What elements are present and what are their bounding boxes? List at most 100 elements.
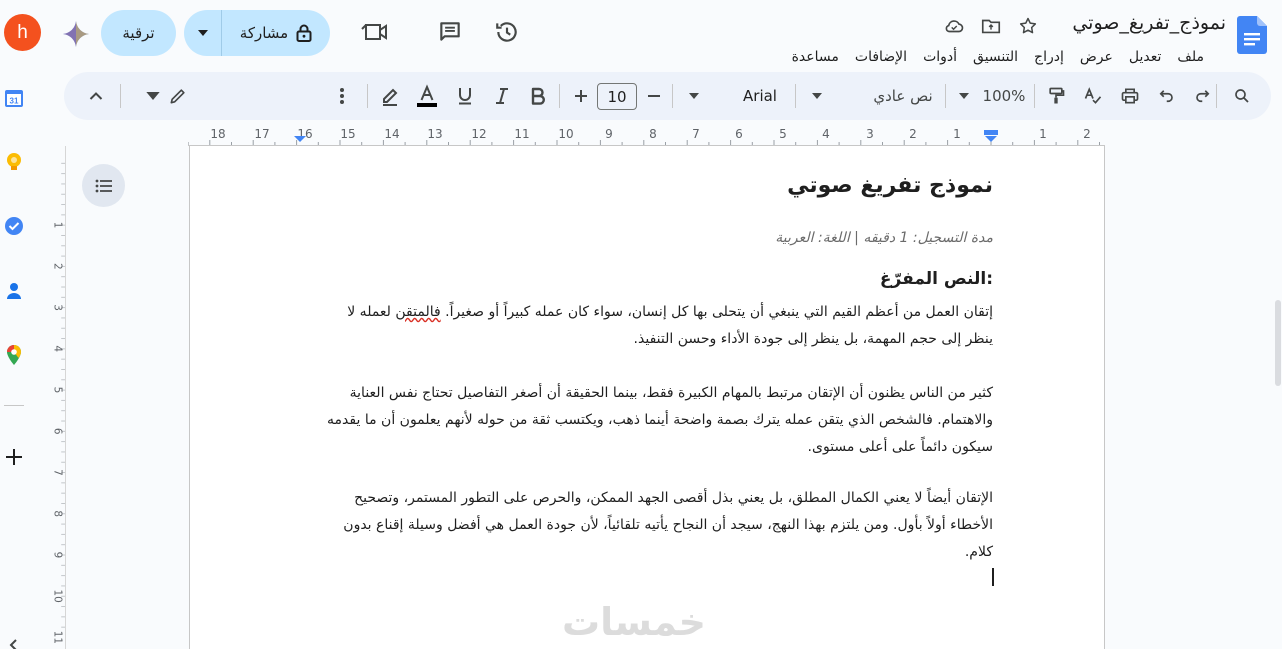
- menu-view[interactable]: عرض: [1072, 47, 1121, 67]
- toolbar-divider: [559, 84, 560, 108]
- share-dropdown-button[interactable]: [184, 10, 222, 56]
- paragraph-1-start: إتقان العمل من أعظم القيم التي ينبغي أن …: [440, 304, 993, 320]
- menu-format[interactable]: التنسيق: [965, 47, 1026, 67]
- menu-tools[interactable]: أدوات: [915, 47, 965, 67]
- document-outline-button[interactable]: [82, 164, 125, 207]
- docs-logo[interactable]: [1237, 16, 1267, 54]
- menu-file[interactable]: ملف: [1169, 47, 1212, 67]
- ruler-label: 5: [52, 387, 64, 394]
- get-addons-button[interactable]: [3, 446, 25, 468]
- toolbar-divider: [1034, 84, 1035, 108]
- ruler-label: 11: [52, 631, 64, 644]
- calendar-icon: 31: [5, 90, 23, 107]
- video-call-icon: [361, 24, 387, 40]
- collapse-toolbar-button[interactable]: [82, 72, 110, 120]
- ruler-label: 10: [52, 589, 64, 602]
- cloud-status-icon[interactable]: [942, 14, 966, 38]
- maps-app-button[interactable]: [3, 344, 25, 366]
- search-menus-button[interactable]: [1227, 72, 1257, 120]
- docs-logo-icon: [1237, 16, 1267, 54]
- text-cursor: [992, 568, 994, 586]
- ruler-label: 11: [514, 127, 529, 141]
- ruler-label: 1: [52, 222, 64, 229]
- toolbar-divider: [367, 84, 368, 108]
- ruler-label: 2: [909, 127, 917, 141]
- menu-edit[interactable]: تعديل: [1121, 47, 1170, 67]
- contacts-app-button[interactable]: [3, 280, 25, 302]
- chevron-left-icon: [9, 639, 17, 649]
- section-heading[interactable]: :النص المفرّغ: [880, 269, 993, 289]
- list-icon: [95, 179, 112, 192]
- paragraph-2[interactable]: كثير من الناس يظنون أن الإتقان مرتبط بال…: [321, 380, 993, 461]
- undo-button[interactable]: [1152, 72, 1180, 120]
- collapse-rail-button[interactable]: [3, 634, 25, 649]
- ruler-label: 5: [779, 127, 787, 141]
- ruler-label: 14: [384, 127, 399, 141]
- underline-icon: [459, 88, 471, 105]
- star-icon[interactable]: [1016, 14, 1040, 38]
- zoom-caret-icon: [957, 72, 971, 120]
- font-family-select[interactable]: Arial: [732, 72, 788, 120]
- gemini-button[interactable]: [62, 20, 90, 48]
- ruler-label: 7: [692, 127, 700, 141]
- italic-button[interactable]: [490, 72, 514, 120]
- share-button[interactable]: مشاركة: [222, 24, 330, 42]
- move-folder-icon[interactable]: [979, 14, 1003, 38]
- menu-bar: ملف تعديل عرض إدراج التنسيق أدوات الإضاف…: [784, 47, 1212, 67]
- paragraph-3[interactable]: الإتقان أيضاً لا يعني الكمال المطلق، بل …: [321, 485, 993, 566]
- text-color-button[interactable]: [414, 72, 440, 120]
- tasks-app-button[interactable]: [3, 215, 25, 237]
- ruler-label: 3: [52, 304, 64, 311]
- text-color-icon: [417, 84, 437, 107]
- menu-help[interactable]: مساعدة: [784, 47, 847, 67]
- ruler-label: 8: [52, 510, 64, 517]
- bold-button[interactable]: [526, 72, 550, 120]
- upgrade-button[interactable]: ترقية: [101, 10, 176, 56]
- version-history-button[interactable]: [487, 12, 527, 52]
- meet-button[interactable]: [352, 12, 396, 52]
- caret-down-icon: [146, 92, 160, 100]
- document-heading[interactable]: نموذج تفريغ صوتي: [787, 173, 993, 198]
- misspelled-word[interactable]: فالمتقن: [395, 304, 440, 320]
- vertical-ruler: 1 2 3 4 5 6 7 8 9 10 11: [52, 146, 66, 649]
- ruler-label: 1: [1039, 127, 1047, 141]
- paint-format-button[interactable]: [1041, 72, 1071, 120]
- underline-button[interactable]: [453, 72, 477, 120]
- menu-extensions[interactable]: الإضافات: [847, 47, 915, 67]
- horizontal-ruler: 21123456789101112131415161718: [188, 124, 1105, 146]
- font-size-input[interactable]: 10: [597, 83, 637, 110]
- menu-insert[interactable]: إدراج: [1026, 47, 1072, 67]
- italic-icon: [496, 88, 508, 104]
- decrease-font-size-button[interactable]: [642, 72, 666, 120]
- document-title[interactable]: نموذج_تفريغ_صوتي: [1072, 12, 1226, 34]
- increase-font-size-button[interactable]: [569, 72, 593, 120]
- ruler-label: 13: [427, 127, 442, 141]
- vertical-scrollbar[interactable]: [1275, 300, 1281, 386]
- caret-down-icon: [197, 30, 208, 36]
- redo-button[interactable]: [1189, 72, 1217, 120]
- indent-marker[interactable]: [984, 130, 998, 135]
- ruler-label: 18: [210, 127, 225, 141]
- ruler-label: 6: [735, 127, 743, 141]
- paint-format-icon: [1049, 87, 1065, 104]
- paragraph-1[interactable]: إتقان العمل من أعظم القيم التي ينبغي أن …: [321, 299, 993, 353]
- gemini-spark-icon: [63, 21, 89, 47]
- editing-mode-button[interactable]: [142, 72, 192, 120]
- plus-icon: [575, 90, 587, 102]
- paragraph-style-select[interactable]: نص عادي: [854, 72, 934, 120]
- spelling-button[interactable]: [1078, 72, 1108, 120]
- calendar-app-button[interactable]: 31: [3, 87, 25, 109]
- recording-meta[interactable]: مدة التسجيل: 1 دقيقه | اللغة: العربية: [775, 230, 993, 246]
- comments-button[interactable]: [430, 12, 470, 52]
- ruler-label: 4: [52, 345, 64, 352]
- redo-icon: [1196, 90, 1210, 103]
- account-avatar[interactable]: h: [4, 14, 41, 51]
- print-button[interactable]: [1115, 72, 1145, 120]
- keep-app-button[interactable]: [3, 151, 25, 173]
- history-icon: [496, 22, 517, 42]
- highlight-color-button[interactable]: [377, 72, 403, 120]
- more-options-button[interactable]: [330, 72, 354, 120]
- ruler-label: 2: [1083, 127, 1091, 141]
- contacts-icon: [7, 283, 21, 299]
- ruler-label: 2: [52, 263, 64, 270]
